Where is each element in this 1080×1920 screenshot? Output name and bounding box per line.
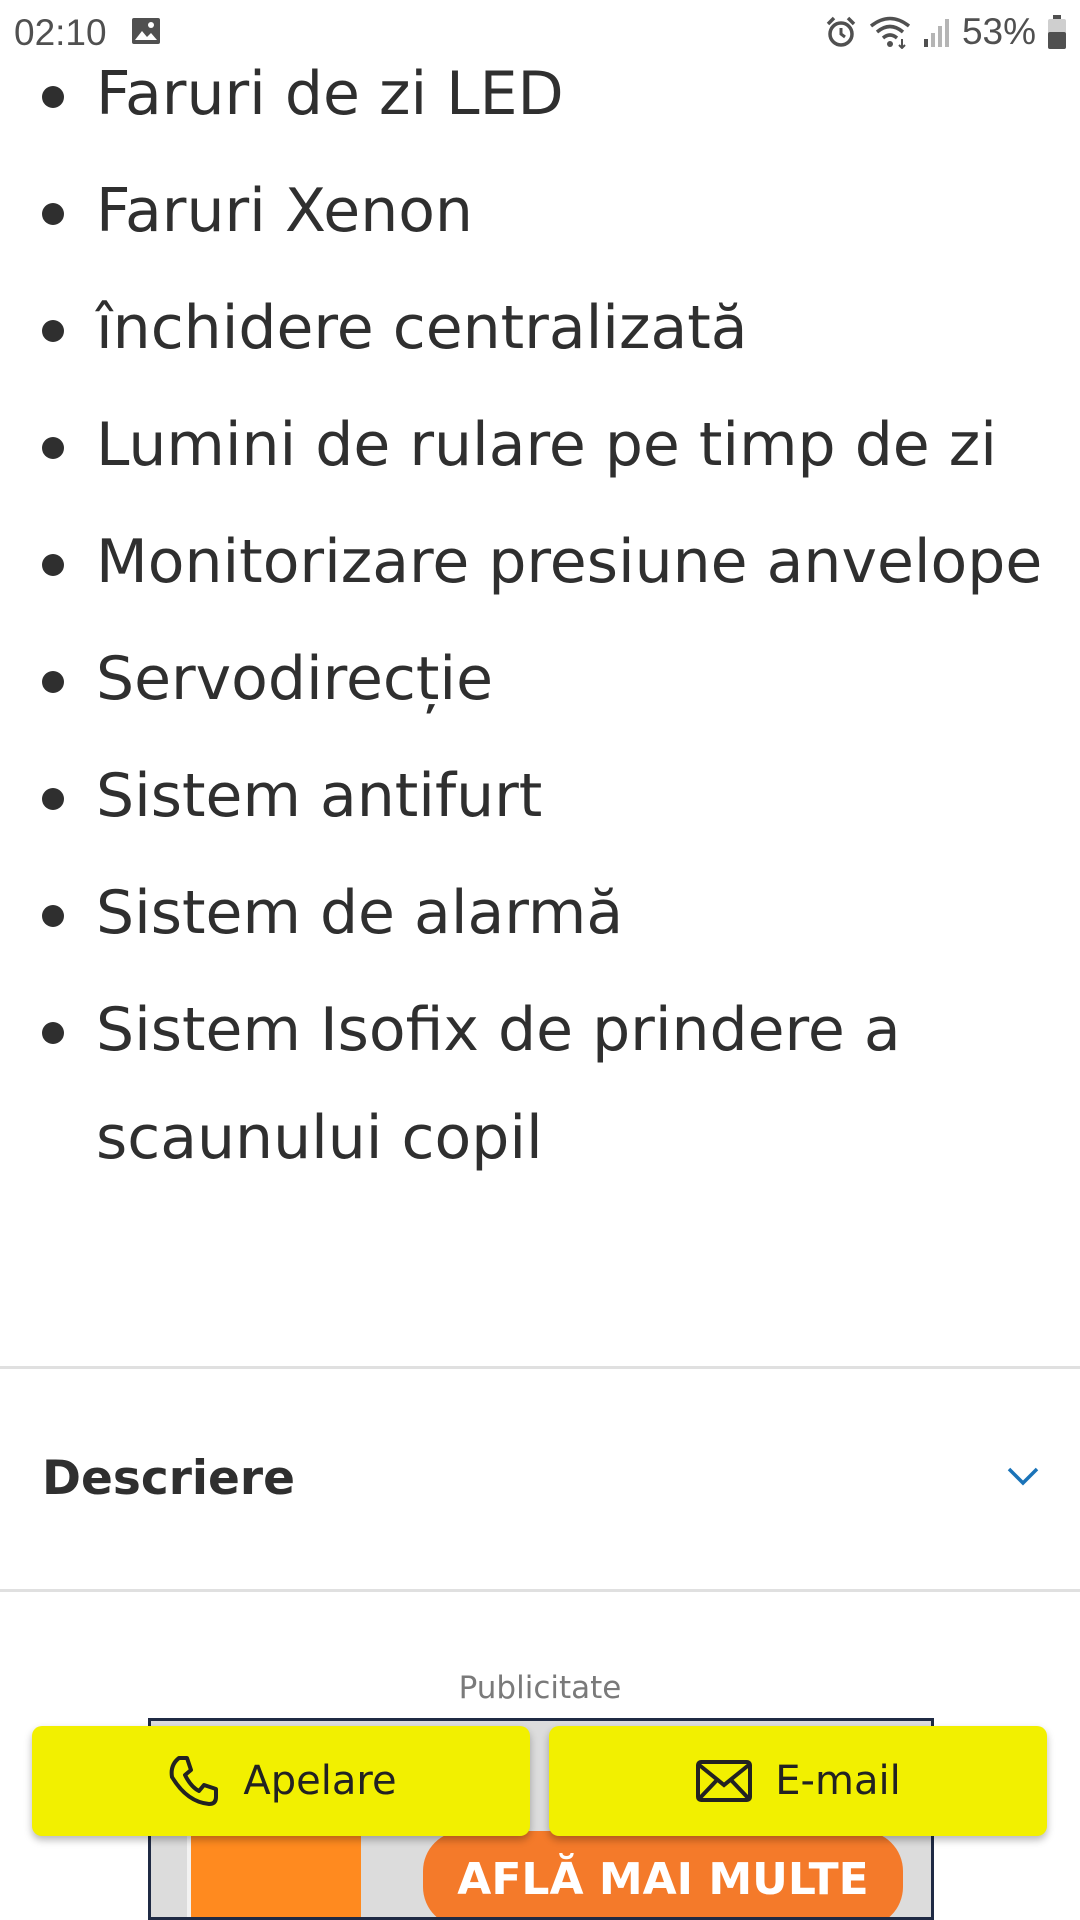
- bullet: [42, 86, 64, 108]
- feature-text: Faruri de zi LED: [96, 59, 564, 129]
- feature-text: Sistem Isofix de prindere a scaunului co…: [96, 995, 901, 1173]
- divider: [0, 1589, 1080, 1592]
- feature-text: Servodirecție: [96, 644, 494, 714]
- list-item: Sistem Isofix de prindere a scaunului co…: [0, 976, 1080, 1192]
- feature-text: Monitorizare presiune anvelope: [96, 527, 1043, 597]
- description-title: Descriere: [42, 1451, 295, 1506]
- gallery-icon: [132, 18, 160, 44]
- feature-text: Sistem antifurt: [96, 761, 543, 831]
- battery-percentage: 53%: [961, 11, 1036, 52]
- email-button-label: E-mail: [775, 1758, 901, 1804]
- bullet: [42, 671, 64, 693]
- bullet: [42, 203, 64, 225]
- list-item: Servodirecție: [0, 625, 1080, 733]
- list-item: Faruri Xenon: [0, 157, 1080, 265]
- feature-text: închidere centralizată: [96, 293, 748, 363]
- call-button-label: Apelare: [243, 1758, 397, 1804]
- description-accordion[interactable]: Descriere: [0, 1369, 1080, 1589]
- call-button[interactable]: Apelare: [32, 1726, 530, 1836]
- ad-label: Publicitate: [458, 1670, 622, 1706]
- phone-icon: [170, 1756, 219, 1806]
- status-time: 02:10: [14, 12, 107, 53]
- list-item: Sistem antifurt: [0, 742, 1080, 850]
- chevron-down-icon[interactable]: [1006, 1465, 1040, 1487]
- alarm-icon: [826, 16, 856, 47]
- list-item: Lumini de rulare pe timp de zi: [0, 391, 1080, 499]
- email-button[interactable]: E-mail: [549, 1726, 1047, 1836]
- wifi-icon: [869, 16, 911, 49]
- feature-text: Sistem de alarmă: [96, 878, 624, 948]
- bullet: [42, 554, 64, 576]
- bullet: [42, 437, 64, 459]
- feature-text: Faruri Xenon: [96, 176, 473, 246]
- list-item: Monitorizare presiune anvelope: [0, 508, 1080, 616]
- bullet: [42, 1022, 64, 1044]
- bullet: [42, 905, 64, 927]
- app-screen: 02:10 53% Faruri de zi LED Faruri Xenon …: [0, 0, 1080, 1920]
- signal-icon: [923, 19, 949, 47]
- status-icons: 53%: [824, 10, 1068, 54]
- mail-icon: [696, 1760, 753, 1802]
- list-item: Sistem de alarmă: [0, 859, 1080, 967]
- feature-list: Faruri de zi LED Faruri Xenon închidere …: [0, 40, 1080, 1201]
- bullet: [42, 788, 64, 810]
- list-item: închidere centralizată: [0, 274, 1080, 382]
- status-bar: 02:10 53%: [0, 0, 1080, 64]
- battery-icon: [1048, 15, 1066, 49]
- ad-cta-button[interactable]: AFLĂ MAI MULTE: [423, 1831, 903, 1917]
- feature-text: Lumini de rulare pe timp de zi: [96, 410, 997, 480]
- bullet: [42, 320, 64, 342]
